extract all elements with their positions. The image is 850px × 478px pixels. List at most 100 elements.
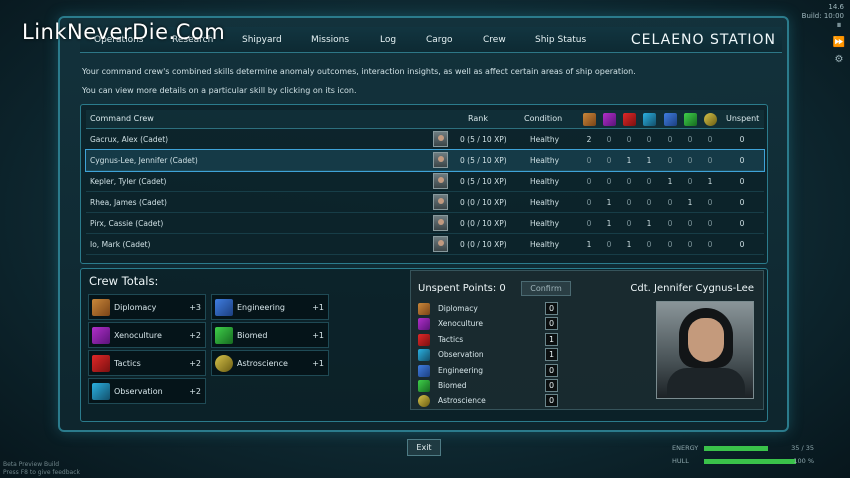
biomed-icon[interactable] (418, 380, 430, 392)
crew-skill-value: 0 (586, 219, 592, 228)
skill-point-value[interactable]: 0 (545, 394, 558, 408)
skill-point-value[interactable]: 0 (545, 379, 558, 392)
crew-portrait (433, 173, 448, 189)
crew-skill-value: 0 (687, 240, 693, 249)
crew-unspent: 0 (739, 156, 745, 165)
crew-skill-value: 0 (646, 177, 652, 186)
crew-skill-value: 2 (586, 135, 592, 144)
alloc-tactics: Tactics 1 (418, 332, 572, 347)
xenoculture-icon[interactable] (603, 113, 616, 126)
crew-rank: 0 (0 / 10 XP) (460, 198, 507, 207)
observation-icon[interactable] (643, 113, 656, 126)
officer-name: Cdt. Jennifer Cygnus-Lee (630, 283, 754, 294)
crew-skill-value: 0 (707, 198, 713, 207)
skill-point-value[interactable]: 1 (545, 348, 558, 362)
crew-row[interactable]: Io, Mark (Cadet) 0 (0 / 10 XP) Healthy 1 0 1 0… (86, 234, 764, 255)
watermark: LinkNeverDie.Com (22, 20, 226, 44)
hull-readout: HULL 100 % (672, 457, 814, 465)
crew-skill-value: 0 (586, 177, 592, 186)
crew-rank: 0 (5 / 10 XP) (460, 135, 507, 144)
intro-text-2: You can view more details on a particula… (82, 86, 357, 95)
skill-point-value[interactable]: 0 (545, 302, 558, 315)
crew-row[interactable]: Pirx, Cassie (Cadet) 0 (0 / 10 XP) Healthy… (86, 213, 764, 234)
crew-skill-value: 0 (606, 156, 612, 165)
tab-log[interactable]: Log (380, 35, 396, 45)
crew-row[interactable]: Kepler, Tyler (Cadet) 0 (5 / 10 XP) Health… (86, 171, 764, 192)
header-condition: Condition (524, 114, 563, 123)
crew-name: Cygnus-Lee, Jennifer (Cadet) (90, 156, 198, 165)
crew-condition: Healthy (530, 177, 560, 186)
crew-row[interactable]: Rhea, James (Cadet) 0 (0 / 10 XP) Healthy 0… (86, 192, 764, 213)
side-controls: ⏸ ⏩ ⚙ (832, 20, 846, 65)
total-astroscience[interactable]: Astroscience +1 (211, 350, 329, 376)
total-xenoculture[interactable]: Xenoculture +2 (88, 322, 206, 348)
pause-icon[interactable]: ⏸ (832, 20, 846, 31)
exit-button[interactable]: Exit (407, 439, 441, 456)
crew-unspent: 0 (739, 240, 745, 249)
observation-icon (92, 383, 110, 400)
tab-ship-status[interactable]: Ship Status (535, 35, 586, 45)
astroscience-icon[interactable] (418, 395, 430, 408)
engineering-icon (215, 299, 233, 316)
crew-skill-value: 0 (707, 156, 713, 165)
crew-skill-value: 0 (687, 156, 693, 165)
engineering-icon[interactable] (418, 364, 430, 377)
astroscience-icon (215, 355, 233, 372)
intro-text-1: Your command crew's combined skills dete… (82, 67, 636, 76)
crew-skill-value: 0 (707, 135, 713, 144)
diplomacy-icon[interactable] (418, 303, 430, 315)
settings-icon[interactable]: ⚙ (832, 54, 846, 65)
xenoculture-icon[interactable] (418, 318, 430, 331)
tab-shipyard[interactable]: Shipyard (242, 35, 282, 45)
crew-table: Command Crew Rank Condition Unspent Gacr… (85, 110, 765, 255)
tactics-icon[interactable] (623, 113, 636, 126)
crew-unspent: 0 (739, 198, 745, 207)
tactics-icon[interactable] (418, 333, 430, 346)
skill-point-value[interactable]: 0 (545, 363, 558, 377)
crew-skill-value: 0 (707, 240, 713, 249)
crew-skill-value: 0 (707, 219, 713, 228)
tab-missions[interactable]: Missions (311, 35, 349, 45)
astroscience-icon[interactable] (704, 113, 717, 126)
alloc-engineering: Engineering 0 (418, 363, 572, 378)
crew-row[interactable]: Cygnus-Lee, Jennifer (Cadet) 0 (5 / 10 XP… (85, 149, 765, 172)
crew-skill-value: 0 (646, 135, 652, 144)
total-diplomacy[interactable]: Diplomacy +3 (88, 294, 206, 320)
crew-skill-value: 0 (586, 198, 592, 207)
crew-skill-value: 0 (626, 198, 632, 207)
skill-point-value[interactable]: 1 (545, 332, 558, 346)
crew-rank: 0 (5 / 10 XP) (460, 156, 507, 165)
crew-skill-value: 0 (667, 156, 673, 165)
tab-crew[interactable]: Crew (483, 35, 506, 45)
tab-cargo[interactable]: Cargo (426, 35, 453, 45)
crew-skill-value: 0 (646, 240, 652, 249)
station-name: CELAENO STATION (630, 32, 776, 48)
engineering-icon[interactable] (664, 113, 677, 126)
crew-skill-value: 0 (606, 177, 612, 186)
biomed-icon[interactable] (684, 113, 697, 126)
crew-unspent: 0 (739, 177, 745, 186)
crew-condition: Healthy (530, 135, 560, 144)
total-observation[interactable]: Observation +2 (88, 378, 206, 404)
header-rank: Rank (468, 114, 488, 123)
diplomacy-icon[interactable] (583, 113, 596, 126)
energy-bar (704, 446, 768, 451)
crew-skill-value: 0 (606, 135, 612, 144)
crew-skill-value: 1 (606, 198, 612, 207)
crew-skill-value: 1 (646, 156, 652, 165)
confirm-button[interactable]: Confirm (521, 281, 571, 296)
total-biomed[interactable]: Biomed +1 (211, 322, 329, 348)
beta-notice: Beta Preview Build Press F8 to give feed… (3, 461, 80, 476)
crew-skill-value: 1 (606, 219, 612, 228)
alloc-xenoculture: Xenoculture 0 (418, 317, 572, 331)
crew-row[interactable]: Gacrux, Alex (Cadet) 0 (5 / 10 XP) Healthy… (86, 129, 764, 150)
crew-condition: Healthy (530, 240, 560, 249)
crew-rank: 0 (0 / 10 XP) (460, 240, 507, 249)
total-engineering[interactable]: Engineering +1 (211, 294, 329, 320)
total-tactics[interactable]: Tactics +2 (88, 350, 206, 376)
fast-forward-icon[interactable]: ⏩ (832, 37, 846, 48)
skill-point-value[interactable]: 0 (545, 317, 558, 331)
observation-icon[interactable] (418, 349, 430, 362)
crew-condition: Healthy (530, 198, 560, 207)
crew-skill-value: 0 (626, 219, 632, 228)
